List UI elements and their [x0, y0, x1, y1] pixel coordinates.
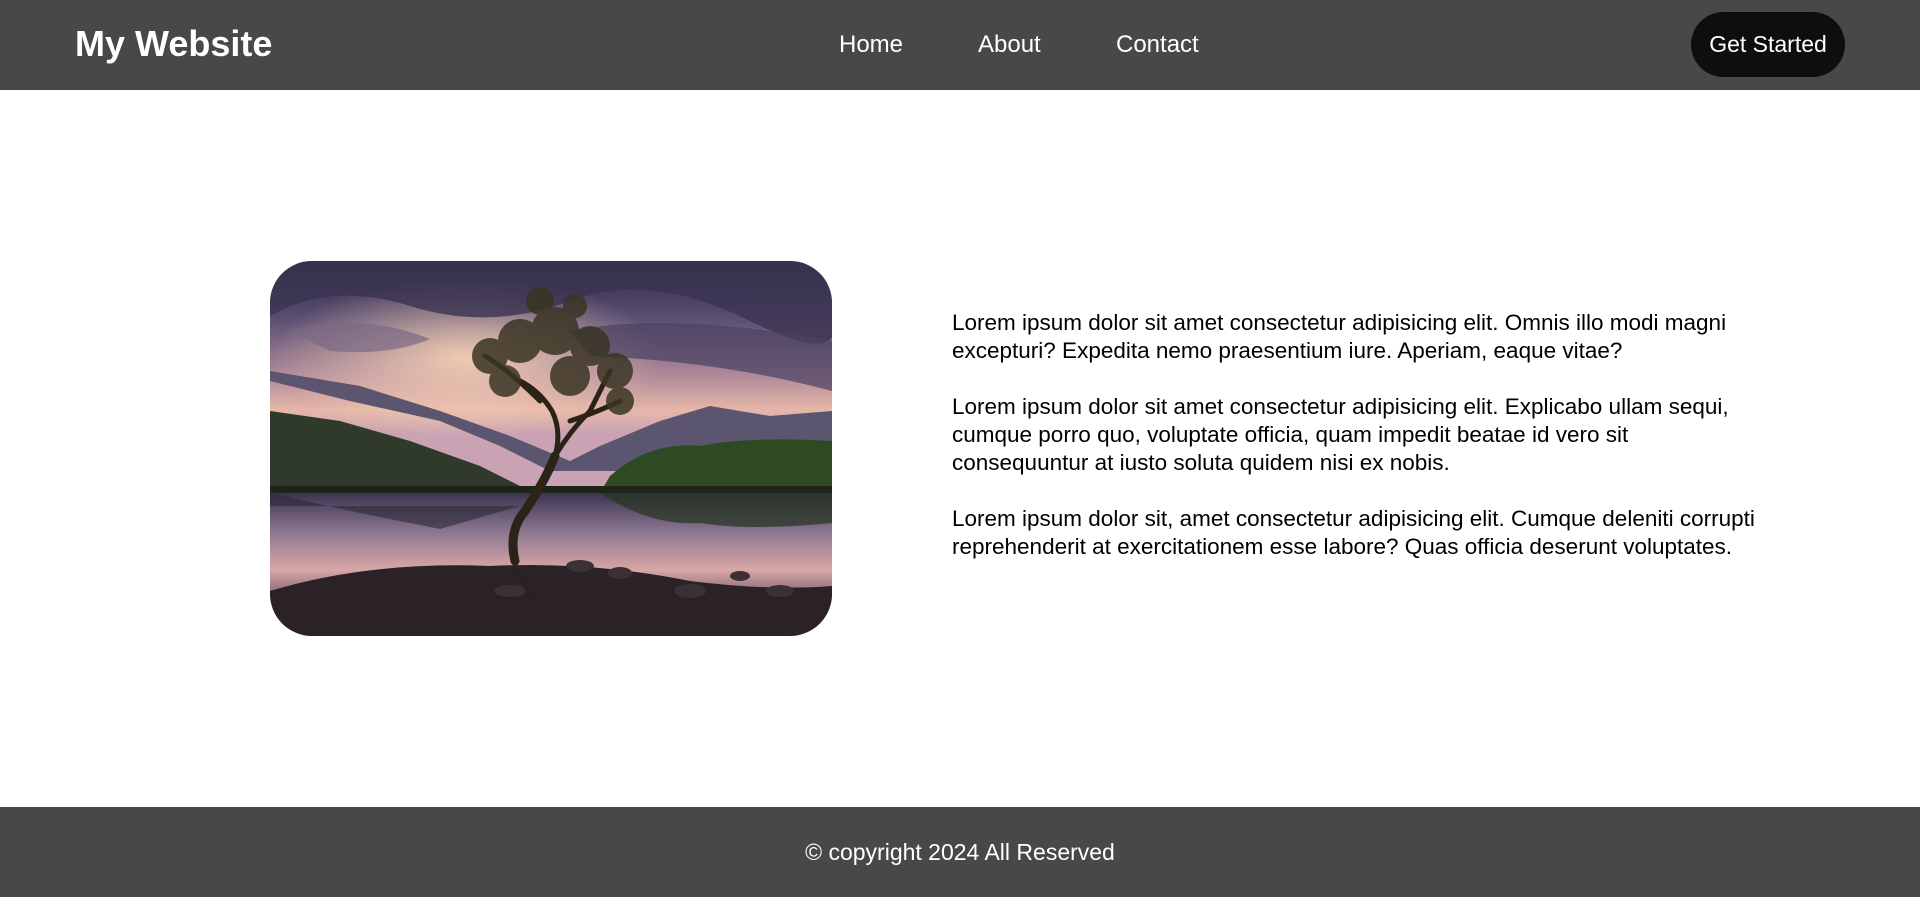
get-started-button[interactable]: Get Started — [1691, 12, 1845, 77]
nav-link-about[interactable]: About — [978, 28, 1041, 62]
paragraph-2: Lorem ipsum dolor sit amet consectetur a… — [952, 394, 1729, 475]
page: My Website Home About Contact Get Starte… — [0, 0, 1920, 897]
paragraph-1: Lorem ipsum dolor sit amet consectetur a… — [952, 310, 1727, 363]
site-header: My Website Home About Contact Get Starte… — [0, 0, 1920, 90]
nav-link-home[interactable]: Home — [839, 28, 903, 62]
site-brand[interactable]: My Website — [75, 23, 272, 65]
nav-link-contact[interactable]: Contact — [1116, 28, 1199, 62]
intro-text: Lorem ipsum dolor sit amet consectetur a… — [952, 309, 1762, 589]
landscape-image — [270, 261, 832, 636]
paragraph-3: Lorem ipsum dolor sit, amet consectetur … — [952, 506, 1755, 559]
site-footer: © copyright 2024 All Reserved — [0, 807, 1920, 897]
lone-tree-lake-illustration — [270, 261, 832, 636]
copyright-text: © copyright 2024 All Reserved — [805, 839, 1115, 865]
